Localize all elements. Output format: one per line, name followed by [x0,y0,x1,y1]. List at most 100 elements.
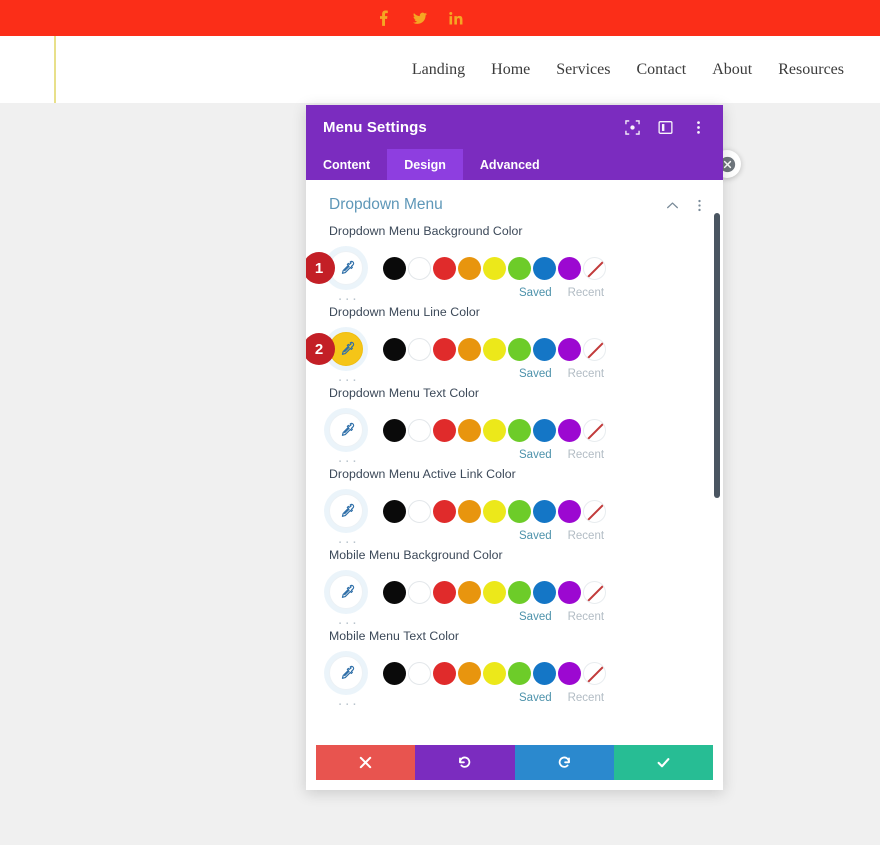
swatch-purple[interactable] [558,256,581,280]
eyedropper-button[interactable] [329,413,363,447]
swatch-orange[interactable] [458,499,481,523]
swatch-red[interactable] [433,499,456,523]
more-options-dots[interactable]: ... [338,692,360,709]
more-options-dots[interactable]: ... [338,611,360,628]
nav-item-resources[interactable]: Resources [778,61,844,79]
swatch-blue[interactable] [533,256,556,280]
swatch-blue[interactable] [533,337,556,361]
more-options-dots[interactable]: ... [338,530,360,547]
twitter-icon[interactable] [413,10,427,26]
swatch-purple[interactable] [558,580,581,604]
swatch-orange[interactable] [458,337,481,361]
scrollbar-track[interactable] [714,180,720,745]
swatch-none[interactable] [583,580,606,604]
saved-link[interactable]: Saved [519,530,552,542]
swatch-yellow[interactable] [483,499,506,523]
linkedin-icon[interactable] [449,10,463,26]
swatch-none[interactable] [583,661,606,685]
swatch-orange[interactable] [458,580,481,604]
swatch-black[interactable] [383,580,406,604]
eyedropper-button[interactable] [329,494,363,528]
section-more-vertical-icon[interactable] [693,199,706,212]
swatch-yellow[interactable] [483,661,506,685]
swatch-yellow[interactable] [483,256,506,280]
redo-button[interactable] [514,745,614,780]
cancel-button[interactable] [316,745,416,780]
swatch-white[interactable] [408,418,431,442]
swatch-none[interactable] [583,418,606,442]
swatch-orange[interactable] [458,256,481,280]
saved-link[interactable]: Saved [519,611,552,623]
swatch-black[interactable] [383,418,406,442]
swatch-white[interactable] [408,256,431,280]
save-button[interactable] [613,745,713,780]
scrollbar-thumb[interactable] [714,213,720,498]
recent-link[interactable]: Recent [568,449,604,461]
swatch-blue[interactable] [533,580,556,604]
tab-advanced[interactable]: Advanced [463,149,557,180]
swatch-blue[interactable] [533,499,556,523]
eyedropper-button[interactable] [329,575,363,609]
swatch-black[interactable] [383,661,406,685]
swatch-green[interactable] [508,499,531,523]
more-options-dots[interactable]: ... [338,287,360,304]
swatch-none[interactable] [583,499,606,523]
swatch-yellow[interactable] [483,337,506,361]
nav-item-landing[interactable]: Landing [412,61,465,79]
swatch-red[interactable] [433,337,456,361]
saved-link[interactable]: Saved [519,368,552,380]
saved-link[interactable]: Saved [519,287,552,299]
swatch-none[interactable] [583,337,606,361]
undo-button[interactable] [415,745,515,780]
eyedropper-button[interactable] [329,656,363,690]
recent-link[interactable]: Recent [568,530,604,542]
swatch-red[interactable] [433,661,456,685]
chevron-up-glyph [667,201,678,208]
swatch-red[interactable] [433,418,456,442]
saved-link[interactable]: Saved [519,692,552,704]
swatch-orange[interactable] [458,418,481,442]
swatch-purple[interactable] [558,661,581,685]
recent-link[interactable]: Recent [568,692,604,704]
swatch-blue[interactable] [533,418,556,442]
swatch-red[interactable] [433,580,456,604]
more-options-dots[interactable]: ... [338,368,360,385]
swatch-yellow[interactable] [483,418,506,442]
swatch-black[interactable] [383,337,406,361]
facebook-icon[interactable] [377,10,391,26]
nav-item-home[interactable]: Home [491,61,530,79]
more-options-dots[interactable]: ... [338,449,360,466]
swatch-green[interactable] [508,661,531,685]
swatch-white[interactable] [408,337,431,361]
tab-content[interactable]: Content [306,149,387,180]
swatch-green[interactable] [508,256,531,280]
swatch-black[interactable] [383,256,406,280]
swatch-purple[interactable] [558,337,581,361]
recent-link[interactable]: Recent [568,368,604,380]
swatch-none[interactable] [583,256,606,280]
recent-link[interactable]: Recent [568,287,604,299]
swatch-white[interactable] [408,580,431,604]
nav-item-services[interactable]: Services [556,61,610,79]
saved-link[interactable]: Saved [519,449,552,461]
swatch-green[interactable] [508,580,531,604]
swatch-green[interactable] [508,418,531,442]
swatch-red[interactable] [433,256,456,280]
swatch-black[interactable] [383,499,406,523]
swatch-green[interactable] [508,337,531,361]
focus-icon[interactable] [625,119,640,135]
swatch-purple[interactable] [558,418,581,442]
swatch-purple[interactable] [558,499,581,523]
nav-item-about[interactable]: About [712,61,752,79]
swatch-yellow[interactable] [483,580,506,604]
swatch-blue[interactable] [533,661,556,685]
layout-icon[interactable] [658,120,673,135]
recent-link[interactable]: Recent [568,611,604,623]
chevron-up-icon[interactable] [666,199,679,212]
swatch-white[interactable] [408,499,431,523]
nav-item-contact[interactable]: Contact [636,61,686,79]
tab-design[interactable]: Design [387,149,463,180]
swatch-orange[interactable] [458,661,481,685]
swatch-white[interactable] [408,661,431,685]
more-vertical-icon[interactable] [691,120,706,135]
